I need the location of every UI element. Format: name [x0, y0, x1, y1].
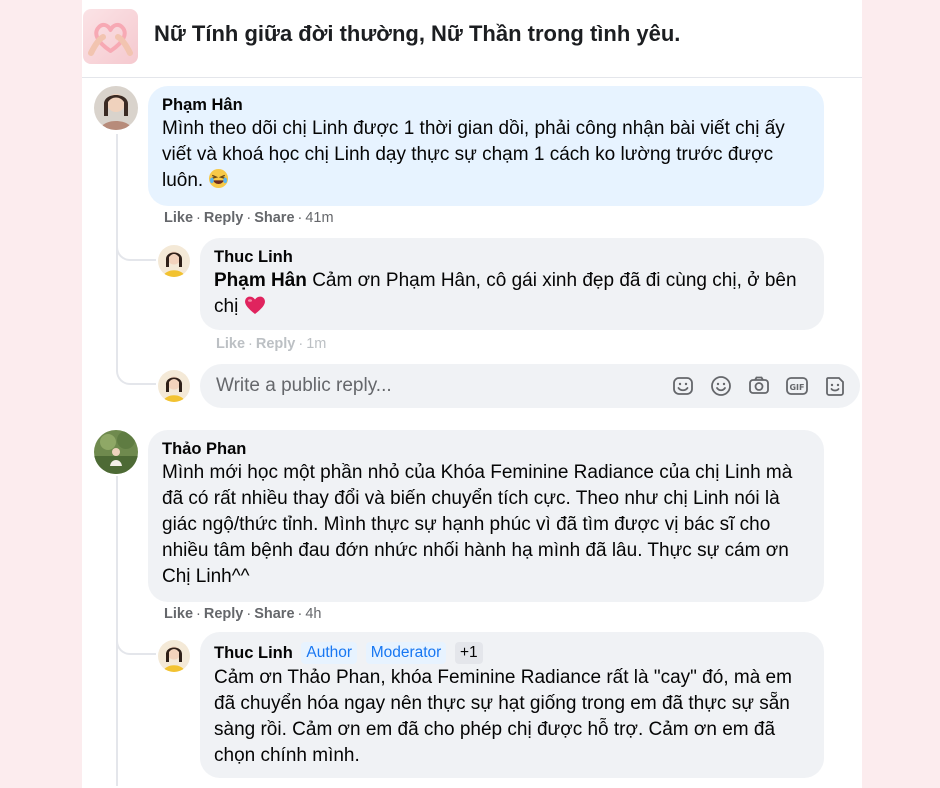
- comment-actions: Like · Reply · Share · 4h: [164, 606, 322, 622]
- group-title[interactable]: Nữ Tính giữa đời thường, Nữ Thần trong t…: [154, 21, 680, 47]
- comment-author[interactable]: Thảo Phan: [162, 440, 810, 459]
- comment-author[interactable]: Phạm Hân: [162, 96, 810, 115]
- comment-bubble: Thảo Phan Mình mới học một phần nhỏ của …: [148, 430, 824, 602]
- group-header: Nữ Tính giữa đời thường, Nữ Thần trong t…: [82, 0, 862, 78]
- reply-author[interactable]: Thuc Linh: [214, 644, 293, 662]
- like-link[interactable]: Like: [164, 606, 193, 622]
- comment-text: Mình theo dõi chị Linh được 1 thời gian …: [162, 116, 810, 197]
- reply-actions: Like · Reply · 1m: [216, 336, 327, 352]
- camera-icon[interactable]: [746, 373, 772, 399]
- reply-input[interactable]: Write a public reply... GIF: [200, 364, 860, 408]
- heart-hands-icon: [88, 22, 133, 56]
- avatar[interactable]: [94, 86, 138, 130]
- share-link[interactable]: Share: [254, 210, 294, 226]
- reply-link[interactable]: Reply: [204, 606, 244, 622]
- reply-placeholder: Write a public reply...: [216, 375, 392, 396]
- comment-timestamp[interactable]: 4h: [305, 606, 321, 622]
- thread-connector: [116, 600, 156, 655]
- reply-author[interactable]: Thuc Linh: [214, 248, 810, 267]
- reply-timestamp[interactable]: 1m: [306, 336, 326, 352]
- reply-link[interactable]: Reply: [204, 210, 244, 226]
- reply-header: Thuc Linh Author Moderator +1: [214, 642, 810, 664]
- comments-card: Nữ Tính giữa đời thường, Nữ Thần trong t…: [82, 0, 862, 788]
- laughing-emoji-icon: [208, 168, 229, 197]
- author-badge: Author: [301, 642, 358, 664]
- reply-link[interactable]: Reply: [256, 336, 296, 352]
- moderator-badge: Moderator: [365, 642, 447, 664]
- thread-connector: [116, 205, 156, 261]
- avatar[interactable]: [158, 640, 190, 672]
- current-user-avatar[interactable]: [158, 370, 190, 402]
- heart-emoji-icon: [244, 295, 266, 323]
- emoji-icon[interactable]: [708, 373, 734, 399]
- share-link[interactable]: Share: [254, 606, 294, 622]
- svg-text:GIF: GIF: [789, 383, 804, 392]
- more-badges[interactable]: +1: [454, 642, 483, 664]
- like-link[interactable]: Like: [216, 336, 245, 352]
- like-link[interactable]: Like: [164, 210, 193, 226]
- comment-actions: Like · Reply · Share · 41m: [164, 210, 334, 226]
- reply-bubble: Thuc Linh Phạm Hân Cảm ơn Phạm Hân, cô g…: [200, 238, 824, 330]
- reply-text: Phạm Hân Cảm ơn Phạm Hân, cô gái xinh đẹ…: [214, 268, 810, 323]
- avatar[interactable]: [94, 430, 138, 474]
- thread-connector: [116, 340, 156, 385]
- sticker-icon[interactable]: [822, 373, 848, 399]
- mention-link[interactable]: Phạm Hân: [214, 270, 307, 291]
- group-thumbnail[interactable]: [83, 9, 138, 64]
- comment-body: Mình theo dõi chị Linh được 1 thời gian …: [162, 118, 785, 191]
- gif-icon[interactable]: GIF: [784, 373, 810, 399]
- comment-body: Mình mới học một phần nhỏ của Khóa Femin…: [162, 462, 793, 587]
- comment-timestamp[interactable]: 41m: [305, 210, 333, 226]
- comment-bubble: Phạm Hân Mình theo dõi chị Linh được 1 t…: [148, 86, 824, 206]
- reply-bubble: Thuc Linh Author Moderator +1 Cảm ơn Thả…: [200, 632, 824, 778]
- avatar[interactable]: [158, 245, 190, 277]
- reply-body: Cảm ơn Thảo Phan, khóa Feminine Radiance…: [214, 667, 792, 766]
- sticker-smile-icon[interactable]: [670, 373, 696, 399]
